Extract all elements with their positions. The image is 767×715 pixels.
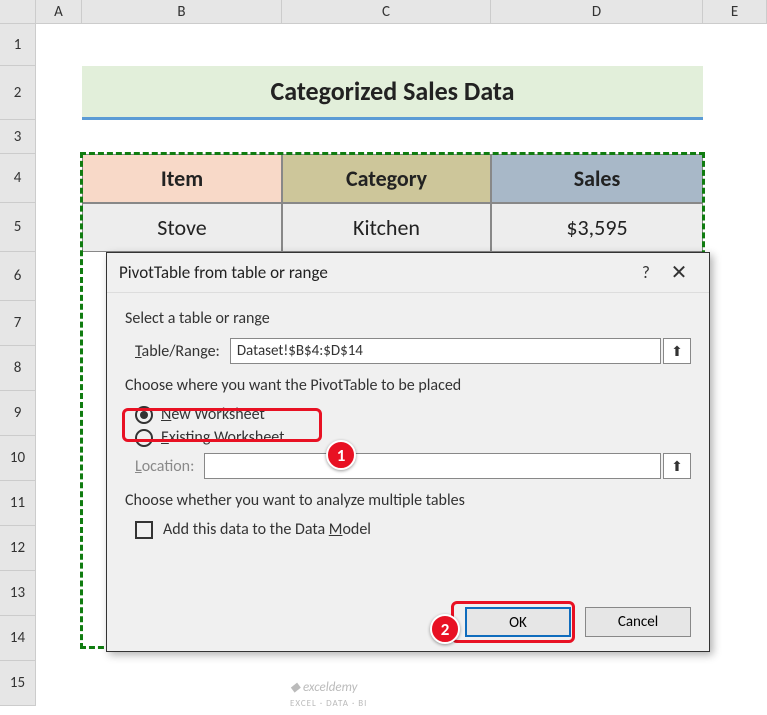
ok-button[interactable]: OK [465, 607, 571, 637]
watermark-icon: ◆ [290, 680, 300, 695]
help-icon[interactable]: ? [631, 262, 661, 283]
checkbox-data-model-label: Add this data to the Data Model [163, 520, 371, 539]
header-sales: Sales [491, 154, 703, 203]
radio-existing-worksheet-label: Existing Worksheet [161, 428, 285, 447]
row-header[interactable]: 1 [0, 24, 36, 66]
table-range-input[interactable]: Dataset!$B$4:$D$14 [230, 338, 661, 364]
column-header[interactable]: D [491, 0, 703, 24]
cancel-button[interactable]: Cancel [585, 607, 691, 637]
section-placement: Choose where you want the PivotTable to … [125, 376, 691, 395]
location-input[interactable] [204, 453, 661, 479]
radio-new-worksheet[interactable]: New Worksheet [135, 405, 691, 424]
radio-icon [135, 406, 153, 424]
column-header[interactable]: B [82, 0, 282, 24]
collapse-dialog-icon[interactable]: ⬆ [663, 338, 691, 364]
row-header[interactable]: 10 [0, 436, 36, 481]
checkbox-icon [135, 521, 153, 539]
row-header[interactable]: 2 [0, 66, 36, 120]
checkbox-data-model[interactable]: Add this data to the Data Model [135, 520, 691, 539]
collapse-dialog-icon[interactable]: ⬆ [663, 453, 691, 479]
cell-sales: $3,595 [491, 203, 703, 252]
row-header[interactable]: 12 [0, 526, 36, 571]
dialog-title: PivotTable from table or range [119, 262, 631, 283]
cell-item: Stove [82, 203, 282, 252]
column-header[interactable]: E [703, 0, 767, 24]
watermark: ◆ exceldemy EXCEL · DATA · BI [290, 680, 367, 710]
section-multiple-tables: Choose whether you want to analyze multi… [125, 491, 691, 510]
column-header[interactable]: A [36, 0, 82, 24]
pivottable-dialog: PivotTable from table or range ? ✕ Selec… [106, 252, 710, 652]
row-header[interactable]: 4 [0, 154, 36, 203]
dialog-titlebar[interactable]: PivotTable from table or range ? ✕ [107, 253, 709, 293]
radio-new-worksheet-label: New Worksheet [161, 405, 265, 424]
close-icon[interactable]: ✕ [661, 260, 697, 285]
merged-title-cell: Categorized Sales Data [82, 66, 703, 120]
radio-icon [135, 429, 153, 447]
cell-category: Kitchen [282, 203, 491, 252]
row-header[interactable]: 9 [0, 391, 36, 436]
radio-existing-worksheet[interactable]: Existing Worksheet [135, 428, 691, 447]
header-item: Item [82, 154, 282, 203]
row-header[interactable]: 3 [0, 120, 36, 154]
row-header[interactable]: 5 [0, 203, 36, 252]
row-header[interactable]: 7 [0, 301, 36, 346]
row-header[interactable]: 13 [0, 571, 36, 616]
location-label: Location: [135, 457, 194, 476]
header-category: Category [282, 154, 491, 203]
data-table: Item Category Sales Stove Kitchen $3,595 [82, 154, 703, 252]
row-header[interactable]: 6 [0, 252, 36, 301]
row-header[interactable]: 11 [0, 481, 36, 526]
table-range-label: Table/Range: [135, 342, 220, 361]
row-header[interactable]: 14 [0, 616, 36, 661]
row-header[interactable]: 8 [0, 346, 36, 391]
column-header[interactable]: C [282, 0, 491, 24]
row-header[interactable]: 15 [0, 661, 36, 706]
section-select-range: Select a table or range [125, 309, 691, 328]
select-all-corner[interactable] [0, 0, 36, 24]
